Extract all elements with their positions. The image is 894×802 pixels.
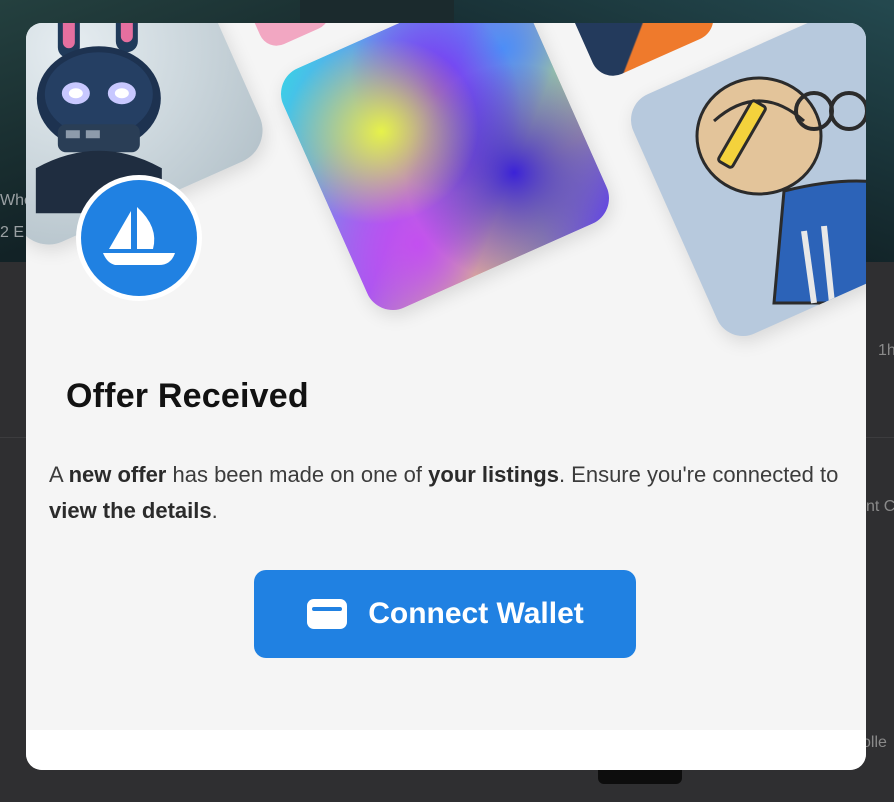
- description-text: has been made on one of: [166, 462, 429, 487]
- opensea-logo-badge: [76, 175, 202, 301]
- modal-footer: [26, 730, 866, 770]
- description-emphasis-new-offer: new offer: [68, 462, 167, 487]
- description-text: A: [49, 462, 69, 487]
- opensea-logo: [81, 180, 197, 296]
- modal-title: Offer Received: [66, 377, 309, 415]
- hat-glasses-illustration: [695, 76, 866, 305]
- connect-wallet-button[interactable]: Connect Wallet: [254, 570, 636, 658]
- background-thumbnail: [598, 770, 682, 784]
- nft-artwork-hat-glasses: [622, 23, 866, 345]
- nft-artwork-gradient-swirl: [272, 23, 618, 319]
- modal-description: A new offer has been made on one of your…: [49, 457, 839, 529]
- description-text: . Ensure you're connected to: [558, 462, 839, 487]
- description-text: .: [211, 498, 218, 523]
- background-text-fragment: 1h: [878, 342, 894, 359]
- background-text-fragment: nt C: [866, 498, 894, 515]
- description-emphasis-view-details: view the details: [49, 498, 212, 523]
- offer-received-modal: Offer Received A new offer has been made…: [26, 23, 866, 770]
- sailboat-icon: [103, 207, 175, 265]
- wallet-icon: [307, 599, 348, 629]
- nft-artwork-pink: [242, 23, 336, 52]
- background-hero-subtext: 2 E: [0, 224, 25, 241]
- connect-wallet-label: Connect Wallet: [368, 597, 584, 630]
- description-emphasis-your-listings: your listings: [428, 462, 559, 487]
